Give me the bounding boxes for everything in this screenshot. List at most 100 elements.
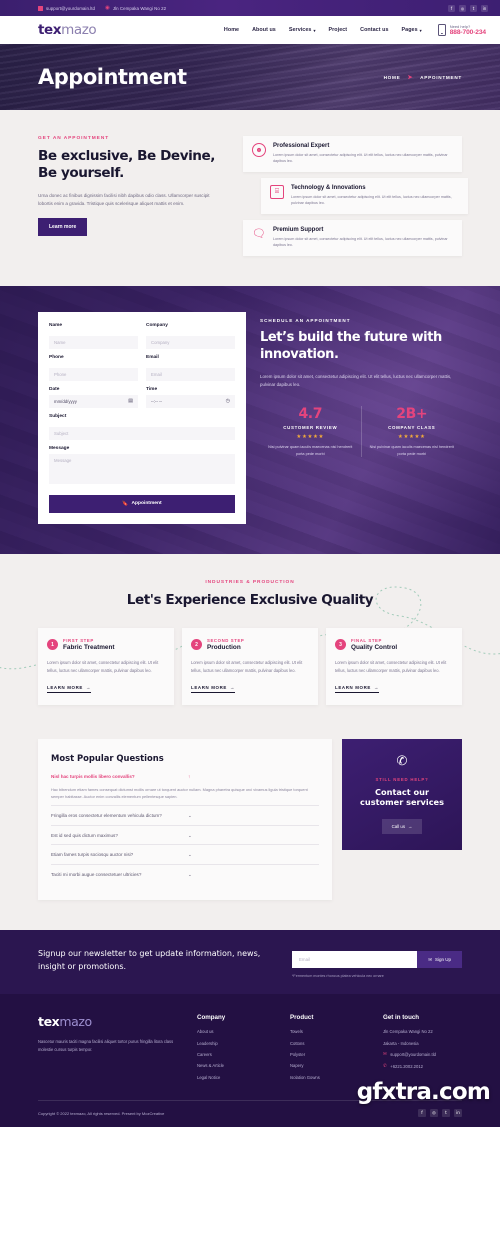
- footer-link-news-article[interactable]: News & Article: [197, 1063, 276, 1069]
- footer-contact-phone[interactable]: ✆ +6221.2002.2012: [383, 1064, 462, 1070]
- footer-contact-phone-text: +6221.2002.2012: [390, 1063, 424, 1069]
- feature-card-professional-expert[interactable]: ☻ Professional Expert Lorem ipsum dolor …: [243, 136, 462, 172]
- footer-link-careers[interactable]: Careers: [197, 1052, 276, 1058]
- appointment-submit-button[interactable]: 🔖 Appointment: [49, 494, 235, 513]
- site-footer: texmazo Nascetur mauris taciti magna fac…: [0, 994, 500, 1128]
- field-email: Email: [146, 355, 235, 381]
- feature-card-technology-innovations[interactable]: ⌸ Technology & Innovations Lorem ipsum d…: [261, 177, 468, 214]
- chevron-down-icon: ⌄: [188, 871, 192, 877]
- footer-logo-primary: tex: [38, 1014, 60, 1030]
- date-input[interactable]: mm/dd/yyyy: [49, 394, 138, 408]
- learn-more-button[interactable]: Learn more: [38, 218, 88, 237]
- step-card-quality-control[interactable]: 3 FINAL STEP Quality Control Lorem ipsum…: [326, 628, 462, 705]
- topbar-email[interactable]: support@yourdomain.ltd: [38, 5, 95, 11]
- twitter-icon[interactable]: t: [470, 4, 477, 12]
- nav-item-pages[interactable]: Pages ▾: [402, 27, 422, 33]
- footer-link-legal-notice[interactable]: Legal Notice: [197, 1075, 276, 1081]
- faq-section: Most Popular Questions Nisl hac turpis m…: [0, 738, 500, 931]
- chevron-down-icon: ⌄: [188, 852, 192, 858]
- appointment-form: Name Company Phone Email: [38, 311, 246, 524]
- faq-accordion: Most Popular Questions Nisl hac turpis m…: [38, 738, 332, 901]
- faq-item-open[interactable]: Nisl hac turpis mollis libero convallis?…: [51, 774, 319, 806]
- page-title: Appointment: [38, 65, 187, 89]
- instagram-icon[interactable]: ◎: [459, 4, 466, 12]
- message-textarea[interactable]: [49, 453, 235, 484]
- step-learn-more-link[interactable]: LEARN MORE →: [47, 684, 92, 693]
- nav-item-home[interactable]: Home: [224, 27, 239, 33]
- subject-input[interactable]: [49, 426, 235, 440]
- field-company: Company: [146, 323, 235, 349]
- phone-number[interactable]: 888-700-234: [450, 29, 486, 36]
- instagram-icon[interactable]: ◎: [430, 1109, 438, 1118]
- name-input[interactable]: [49, 335, 138, 349]
- linkedin-icon[interactable]: in: [481, 4, 488, 12]
- time-input[interactable]: --:-- --: [146, 394, 235, 408]
- step-text: Lorem ipsum dolor sit amet, consectetur …: [47, 660, 159, 674]
- footer-link-leadership[interactable]: Leadership: [197, 1041, 276, 1047]
- chevron-down-icon: ⌄: [188, 832, 192, 838]
- twitter-icon[interactable]: t: [442, 1109, 450, 1118]
- stat-number: 4.7: [298, 405, 323, 422]
- faq-title: Most Popular Questions: [51, 752, 164, 763]
- machine-icon: ⌸: [270, 184, 284, 199]
- email-input[interactable]: [146, 367, 235, 381]
- get-appointment-section: GET AN APPOINTMENT Be exclusive, Be Devi…: [0, 110, 500, 286]
- footer-columns: texmazo Nascetur mauris taciti magna fac…: [38, 1014, 462, 1086]
- footer-logo[interactable]: texmazo: [38, 1014, 183, 1029]
- step-title: Production: [207, 644, 241, 652]
- faq-item[interactable]: Taciti mi morbi augue consectetuer ultri…: [51, 863, 319, 883]
- main-navigation: texmazo Home About us Services ▾ Project …: [0, 16, 500, 44]
- chevron-down-icon: ▾: [419, 27, 422, 33]
- site-logo[interactable]: texmazo: [38, 22, 97, 38]
- nav-label: Pages: [401, 27, 418, 33]
- footer-link-polyster[interactable]: Polyster: [290, 1052, 369, 1058]
- company-input[interactable]: [146, 335, 235, 349]
- star-rating-icon: ★★★★★: [296, 433, 325, 440]
- field-label-email: Email: [146, 354, 159, 360]
- step-card-production[interactable]: 2 SECOND STEP Production Lorem ipsum dol…: [182, 628, 318, 705]
- field-message: Message: [49, 446, 235, 489]
- signup-label: Sign Up: [434, 957, 451, 963]
- learn-more-label: LEARN MORE: [47, 684, 84, 690]
- call-us-button[interactable]: Call us →: [381, 818, 423, 834]
- phone-input[interactable]: [49, 367, 138, 381]
- field-label-name: Name: [49, 322, 63, 328]
- step-card-fabric-treatment[interactable]: 1 FIRST STEP Fabric Treatment Lorem ipsu…: [38, 628, 174, 705]
- feature-text: Lorem ipsum dolor sit amet, consectetur …: [291, 194, 452, 206]
- nav-phone-block[interactable]: Need help? 888-700-234: [437, 24, 486, 36]
- feature-card-premium-support[interactable]: 🗨 Premium Support Lorem ipsum dolor sit …: [243, 219, 462, 256]
- field-label-message: Message: [49, 445, 70, 451]
- nav-item-about-us[interactable]: About us: [252, 27, 276, 33]
- quality-eyebrow: INDUSTRIES & PRODUCTION: [205, 579, 295, 585]
- nav-item-services[interactable]: Services ▾: [289, 27, 316, 33]
- step-text: Lorem ipsum dolor sit amet, consectetur …: [191, 660, 303, 674]
- logo-text-secondary: mazo: [61, 22, 97, 38]
- footer-link-napery[interactable]: Napery: [290, 1063, 369, 1069]
- star-rating-icon: ★★★★★: [397, 433, 426, 440]
- facebook-icon[interactable]: f: [418, 1109, 426, 1118]
- step-learn-more-link[interactable]: LEARN MORE →: [191, 685, 236, 693]
- learn-more-label: LEARN MORE: [335, 684, 372, 690]
- facebook-icon[interactable]: f: [448, 4, 455, 12]
- newsletter-section: Signup our newsletter to get update info…: [0, 930, 500, 995]
- nav-item-project[interactable]: Project: [329, 27, 348, 33]
- footer-contact-email[interactable]: ✉ support@yourdomain.tld: [383, 1052, 462, 1058]
- step-learn-more-link[interactable]: LEARN MORE →: [335, 684, 380, 693]
- footer-contact-address: Jln Cempaka Wangi No 22: [383, 1029, 433, 1035]
- faq-item[interactable]: Etiam fames turpis sociosqu auctor nisi?…: [51, 844, 319, 863]
- faq-item[interactable]: Est id sed quis dictum maximus? ⌄: [51, 824, 319, 844]
- newsletter-form: ✉ Sign Up *Fermentum montes rhoncus plat…: [292, 948, 462, 978]
- signup-button[interactable]: ✉ Sign Up: [417, 951, 462, 969]
- faq-question: Taciti mi morbi augue consectetuer ultri…: [51, 871, 142, 877]
- faq-item[interactable]: Fringilla eros consectetur elementum veh…: [51, 805, 319, 824]
- newsletter-email-input[interactable]: [292, 951, 418, 969]
- call-us-label: Call us: [391, 823, 406, 829]
- stat-customer-review: 4.7 CUSTOMER REVIEW ★★★★★ Nisi pulvinar …: [260, 406, 361, 457]
- footer-link-about-us[interactable]: About us: [197, 1029, 276, 1035]
- footer-link-towels[interactable]: Towels: [290, 1029, 369, 1035]
- footer-link-cottons[interactable]: Cottons: [290, 1041, 369, 1047]
- linkedin-icon[interactable]: in: [454, 1109, 462, 1118]
- breadcrumb-home[interactable]: HOME: [384, 75, 401, 80]
- nav-item-contact-us[interactable]: Contact us: [360, 27, 388, 33]
- mail-icon: [38, 5, 43, 11]
